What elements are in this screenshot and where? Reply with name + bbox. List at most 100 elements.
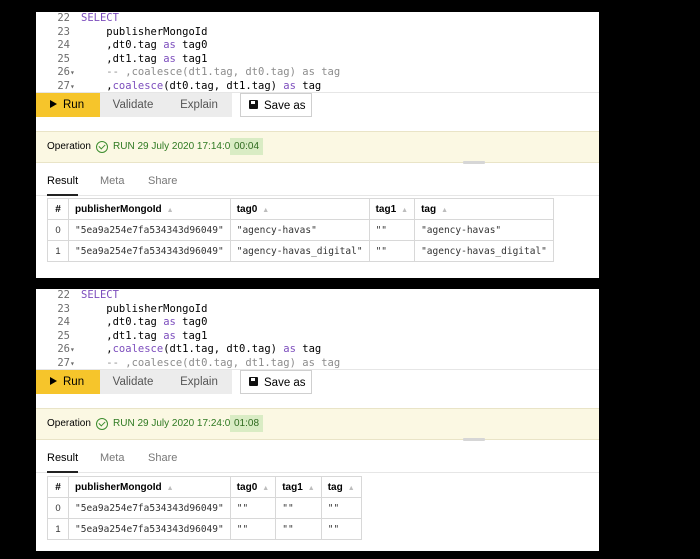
validate-button[interactable]: Validate (100, 370, 166, 394)
operation-status-bar: Operation RUN 29 July 2020 17:14:06 00:0… (36, 131, 599, 164)
code-line: 27 ▾ -- ,coalesce(dt0.tag, dt1.tag) as ta… (36, 357, 599, 371)
column-header-label: publisherMongoId (75, 481, 162, 493)
sql-token: ,dt1.tag (81, 329, 164, 342)
result-tabs: Result Meta Share (36, 442, 599, 473)
sort-icon[interactable]: ▲ (262, 207, 269, 214)
play-icon (50, 376, 57, 385)
tab-meta[interactable]: Meta (100, 173, 124, 194)
table-row: 1 "5ea9a254e7fa534343d96049" "agency-havas… (47, 240, 554, 262)
code-text: ,dt1.tag as tag1 (81, 53, 207, 67)
tab-result[interactable]: Result (47, 450, 79, 473)
sql-keyword: coalesce (112, 343, 164, 355)
column-header[interactable]: publisherMongoId ▲ (68, 476, 231, 498)
explain-button[interactable]: Explain (166, 93, 232, 117)
run-button[interactable]: Run (36, 370, 100, 394)
table-row: 0 "5ea9a254e7fa534343d96049" "" "" "" (47, 497, 362, 519)
sort-icon[interactable]: ▲ (167, 485, 174, 492)
tab-share[interactable]: Share (148, 450, 177, 471)
save-as-button[interactable]: Save as (240, 93, 312, 117)
line-number: 25 (57, 329, 70, 342)
line-number: 22 (57, 12, 70, 24)
code-text: publisherMongoId (81, 303, 207, 317)
sort-icon[interactable]: ▲ (167, 207, 174, 214)
validate-button[interactable]: Validate (100, 93, 166, 117)
sql-token: ,dt0.tag (81, 316, 164, 328)
sql-comment: -- ,coalesce(dt1.tag, dt0.tag) as tag (81, 66, 341, 78)
column-header-label: # (55, 481, 61, 493)
code-text: -- ,coalesce(dt1.tag, dt0.tag) as tag (81, 66, 340, 80)
tab-share[interactable]: Share (148, 173, 177, 194)
table-header-row: # publisherMongoId ▲ tag0 ▲ tag1 ▲ tag ▲ (47, 476, 362, 498)
code-line: 26 ▾ -- ,coalesce(dt1.tag, dt0.tag) as ta… (36, 66, 599, 80)
column-header[interactable]: tag0 ▲ (229, 476, 277, 498)
line-number: 24 (57, 39, 70, 51)
table-cell: "5ea9a254e7fa534343d96049" (68, 518, 231, 540)
row-index: 0 (47, 219, 69, 241)
code-text: ,coalesce(dt0.tag, dt1.tag) as tag (81, 80, 321, 94)
result-table: # publisherMongoId ▲ tag0 ▲ tag1 ▲ tag ▲ 0 "5ea9a2… (47, 198, 554, 262)
line-number: 25 (57, 52, 70, 65)
code-line: 26 ▾ ,coalesce(dt1.tag, dt0.tag) as tag (36, 343, 599, 357)
sort-icon[interactable]: ▲ (308, 485, 315, 492)
code-line: 22 SELECT (36, 289, 599, 303)
operation-label: Operation (47, 141, 91, 152)
sql-keyword: as (163, 329, 176, 342)
code-line: 22 SELECT (36, 12, 599, 26)
operation-status-text: RUN 29 July 2020 17:14:06 (113, 141, 236, 152)
line-number: 24 (57, 316, 70, 328)
sql-token: , (81, 343, 113, 355)
sql-editor[interactable]: 22 SELECT 23 publisherMongoId 24 ,dt0.tag a… (36, 12, 599, 92)
sort-icon[interactable]: ▲ (441, 207, 448, 214)
sort-icon[interactable]: ▲ (401, 207, 408, 214)
query-panel-1: 22 SELECT 23 publisherMongoId 24 ,dt0.tag a… (36, 12, 599, 278)
resize-handle[interactable] (463, 438, 485, 441)
column-header[interactable]: tag ▲ (414, 198, 554, 220)
operation-status-bar: Operation RUN 29 July 2020 17:24:01 01:0… (36, 408, 599, 441)
floppy-disk-icon (249, 100, 258, 110)
column-header[interactable]: tag ▲ (320, 476, 362, 498)
table-cell: "" (368, 240, 416, 262)
column-header: # (47, 476, 69, 498)
column-header[interactable]: publisherMongoId ▲ (68, 198, 231, 220)
sql-token: publisherMongoId (81, 302, 208, 315)
column-header[interactable]: tag1 ▲ (275, 476, 322, 498)
table-cell: "" (275, 497, 322, 519)
code-text: ,dt0.tag as tag0 (81, 39, 207, 53)
sort-icon[interactable]: ▲ (348, 485, 355, 492)
line-number: 26 (57, 66, 70, 78)
table-row: 0 "5ea9a254e7fa534343d96049" "agency-havas… (47, 219, 554, 241)
elapsed-time-badge: 01:08 (230, 415, 264, 432)
fold-arrow-icon[interactable]: ▾ (70, 357, 78, 371)
code-line: 25 ,dt1.tag as tag1 (36, 53, 599, 67)
sort-icon[interactable]: ▲ (262, 485, 269, 492)
sql-editor[interactable]: 22 SELECT 23 publisherMongoId 24 ,dt0.tag a… (36, 289, 599, 369)
sql-keyword: as (163, 39, 176, 51)
sql-token: tag1 (175, 329, 208, 342)
column-header-label: # (55, 203, 61, 215)
table-cell: "agency-havas" (229, 219, 370, 241)
column-header-label: tag (327, 481, 343, 493)
line-number: 22 (57, 289, 70, 301)
result-table: # publisherMongoId ▲ tag0 ▲ tag1 ▲ tag ▲ 0 "5ea9a2… (47, 476, 362, 540)
column-header[interactable]: tag0 ▲ (229, 198, 370, 220)
sql-keyword: as (163, 316, 176, 328)
fold-arrow-icon[interactable]: ▾ (70, 80, 78, 94)
column-header[interactable]: tag1 ▲ (368, 198, 416, 220)
line-number: 27 (57, 79, 70, 92)
tab-result[interactable]: Result (47, 173, 79, 196)
table-cell: "" (320, 497, 362, 519)
tab-meta[interactable]: Meta (100, 450, 124, 471)
run-button[interactable]: Run (36, 93, 100, 117)
explain-button[interactable]: Explain (166, 370, 232, 394)
operation-label: Operation (47, 418, 91, 429)
fold-arrow-icon[interactable]: ▾ (70, 343, 78, 357)
save-as-button[interactable]: Save as (240, 370, 312, 394)
code-text: ,dt1.tag as tag1 (81, 330, 207, 344)
column-header-label: tag0 (236, 203, 258, 215)
fold-arrow-icon[interactable]: ▾ (70, 66, 78, 80)
table-cell: "" (229, 518, 277, 540)
column-header-label: tag0 (236, 481, 258, 493)
sql-keyword: as (163, 52, 176, 65)
resize-handle[interactable] (463, 161, 485, 164)
sql-token: tag0 (175, 39, 208, 51)
